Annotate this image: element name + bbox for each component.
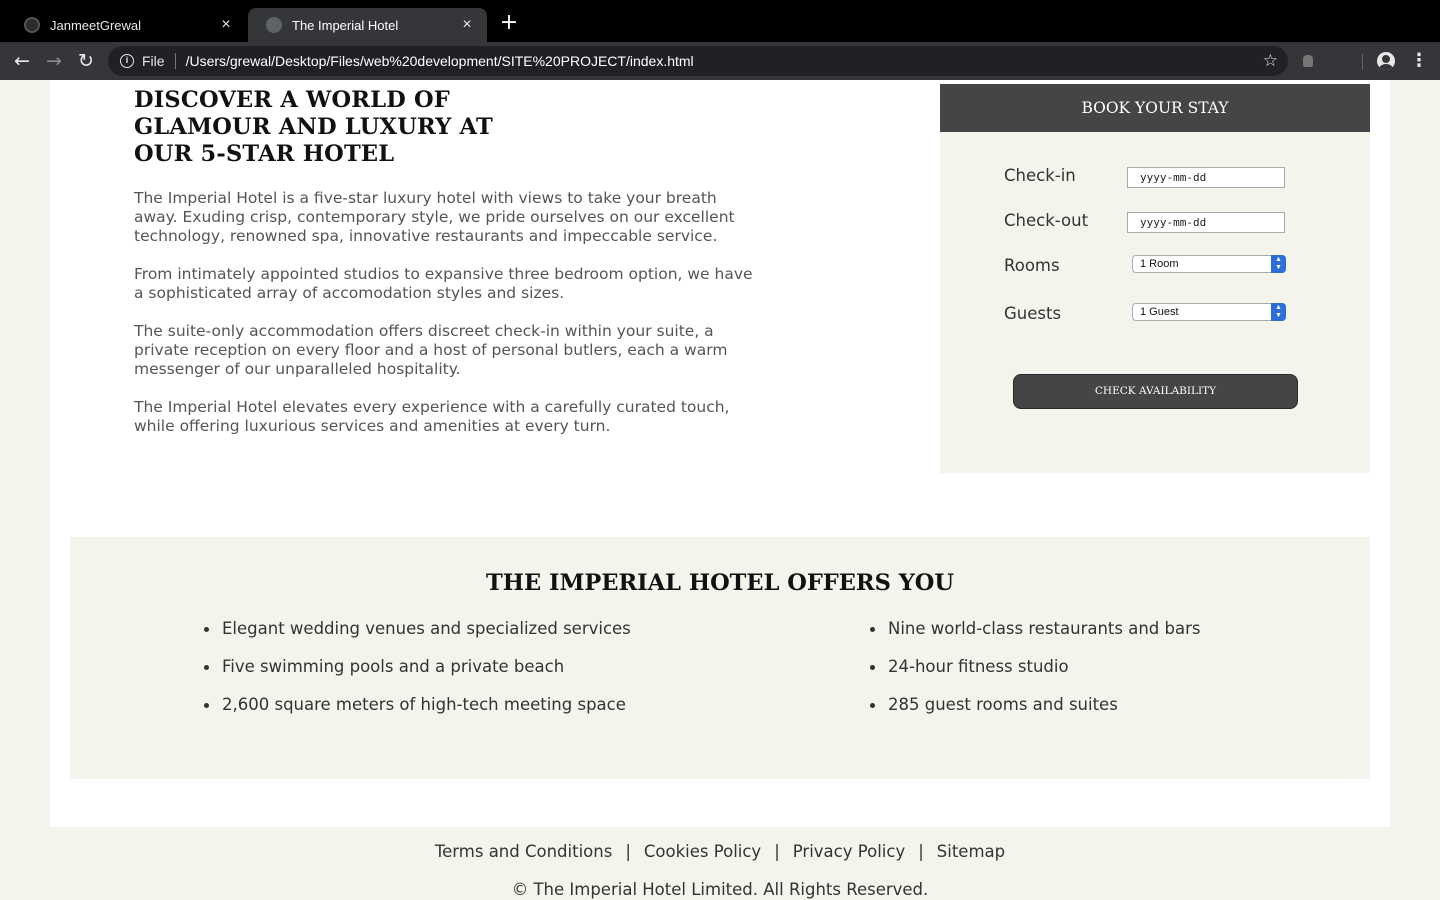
address-separator [174, 53, 176, 69]
profile-avatar-icon[interactable] [1377, 52, 1395, 70]
checkout-label: Check-out [1004, 211, 1089, 230]
footer-link-cookies[interactable]: Cookies Policy [644, 842, 761, 861]
info-icon[interactable]: i [120, 54, 134, 68]
intro-heading: DISCOVER A WORLD OF GLAMOUR AND LUXURY A… [134, 87, 534, 168]
footer-link-privacy[interactable]: Privacy Policy [793, 842, 905, 861]
guests-select-value: 1 Guest [1140, 306, 1179, 318]
address-bar[interactable]: i File /Users/grewal/Desktop/Files/web%2… [108, 46, 1288, 76]
footer-link-terms[interactable]: Terms and Conditions [435, 842, 612, 861]
rooms-select-value: 1 Room [1140, 258, 1179, 270]
close-tab-icon[interactable]: × [459, 16, 475, 34]
booking-panel: BOOK YOUR STAY Check-in yyyy-mm-dd Check… [940, 84, 1370, 473]
footer-separator: | [918, 842, 924, 861]
bookmark-star-icon[interactable]: ☆ [1263, 51, 1278, 71]
copyright-text: © The Imperial Hotel Limited. All Rights… [511, 880, 929, 899]
guests-label: Guests [1004, 304, 1062, 323]
browser-tab-janmeetgrewal[interactable]: JanmeetGrewal × [6, 8, 246, 42]
list-item: Five swimming pools and a private beach [204, 657, 631, 695]
address-url[interactable]: /Users/grewal/Desktop/Files/web%20develo… [186, 53, 694, 69]
globe-icon [266, 17, 282, 33]
intro-paragraph: The suite-only accommodation offers disc… [134, 322, 728, 378]
list-item: 2,600 square meters of high-tech meeting… [204, 695, 631, 733]
checkin-label: Check-in [1004, 166, 1076, 185]
intro-heading-line: DISCOVER A WORLD OF [134, 87, 450, 113]
footer-link-sitemap[interactable]: Sitemap [937, 842, 1005, 861]
browser-tab-bar: JanmeetGrewal × The Imperial Hotel × + [0, 0, 1440, 42]
footer-separator: | [774, 842, 780, 861]
list-item: 24-hour fitness studio [870, 657, 1201, 695]
intro-heading-line: GLAMOUR AND LUXURY AT [134, 114, 493, 140]
browser-tab-imperial-hotel[interactable]: The Imperial Hotel × [248, 8, 487, 42]
booking-header: BOOK YOUR STAY [940, 84, 1370, 132]
intro-body: The Imperial Hotel is a five-star luxury… [134, 189, 764, 455]
checkout-date-input[interactable]: yyyy-mm-dd [1127, 212, 1285, 233]
reload-icon[interactable]: ↻ [75, 50, 97, 72]
offers-section: THE IMPERIAL HOTEL OFFERS YOU Elegant we… [70, 537, 1370, 779]
offers-title: THE IMPERIAL HOTEL OFFERS YOU [486, 570, 954, 596]
rooms-label: Rooms [1004, 256, 1060, 275]
forward-arrow-icon[interactable]: → [43, 50, 65, 72]
browser-toolbar: ← → ↻ i File /Users/grewal/Desktop/Files… [0, 42, 1440, 80]
extension-icon[interactable] [1303, 55, 1313, 67]
guests-select[interactable]: 1 Guest ▲ ▼ [1132, 303, 1286, 321]
offers-list-right: Nine world-class restaurants and bars 24… [870, 619, 1201, 733]
tab-title: JanmeetGrewal [50, 17, 142, 33]
checkin-date-input[interactable]: yyyy-mm-dd [1127, 167, 1285, 188]
github-icon [24, 17, 40, 33]
select-arrows-icon: ▲ ▼ [1271, 255, 1286, 273]
new-tab-button[interactable]: + [498, 12, 520, 34]
check-availability-button[interactable]: CHECK AVAILABILITY [1013, 374, 1298, 409]
select-arrows-icon: ▲ ▼ [1271, 303, 1286, 321]
intro-paragraph: From intimately appointed studios to exp… [134, 265, 753, 302]
kebab-menu-icon[interactable]: ⋮ [1410, 50, 1428, 72]
footer-links: Terms and Conditions | Cookies Policy | Priv… [0, 842, 1440, 861]
intro-paragraph: The Imperial Hotel elevates every experi… [134, 398, 730, 435]
tab-title: The Imperial Hotel [292, 17, 399, 33]
back-arrow-icon[interactable]: ← [11, 50, 33, 72]
list-item: Nine world-class restaurants and bars [870, 619, 1201, 657]
intro-paragraph: The Imperial Hotel is a five-star luxury… [134, 189, 735, 245]
offers-list-left: Elegant wedding venues and specialized s… [204, 619, 631, 733]
close-tab-icon[interactable]: × [218, 16, 234, 34]
list-item: 285 guest rooms and suites [870, 695, 1201, 733]
toolbar-divider [1362, 54, 1363, 70]
page-content: DISCOVER A WORLD OF GLAMOUR AND LUXURY A… [50, 80, 1390, 827]
address-scheme: File [142, 53, 165, 69]
footer-separator: | [625, 842, 631, 861]
intro-heading-line: OUR 5-STAR HOTEL [134, 141, 395, 167]
list-item: Elegant wedding venues and specialized s… [204, 619, 631, 657]
rooms-select[interactable]: 1 Room ▲ ▼ [1132, 255, 1286, 273]
